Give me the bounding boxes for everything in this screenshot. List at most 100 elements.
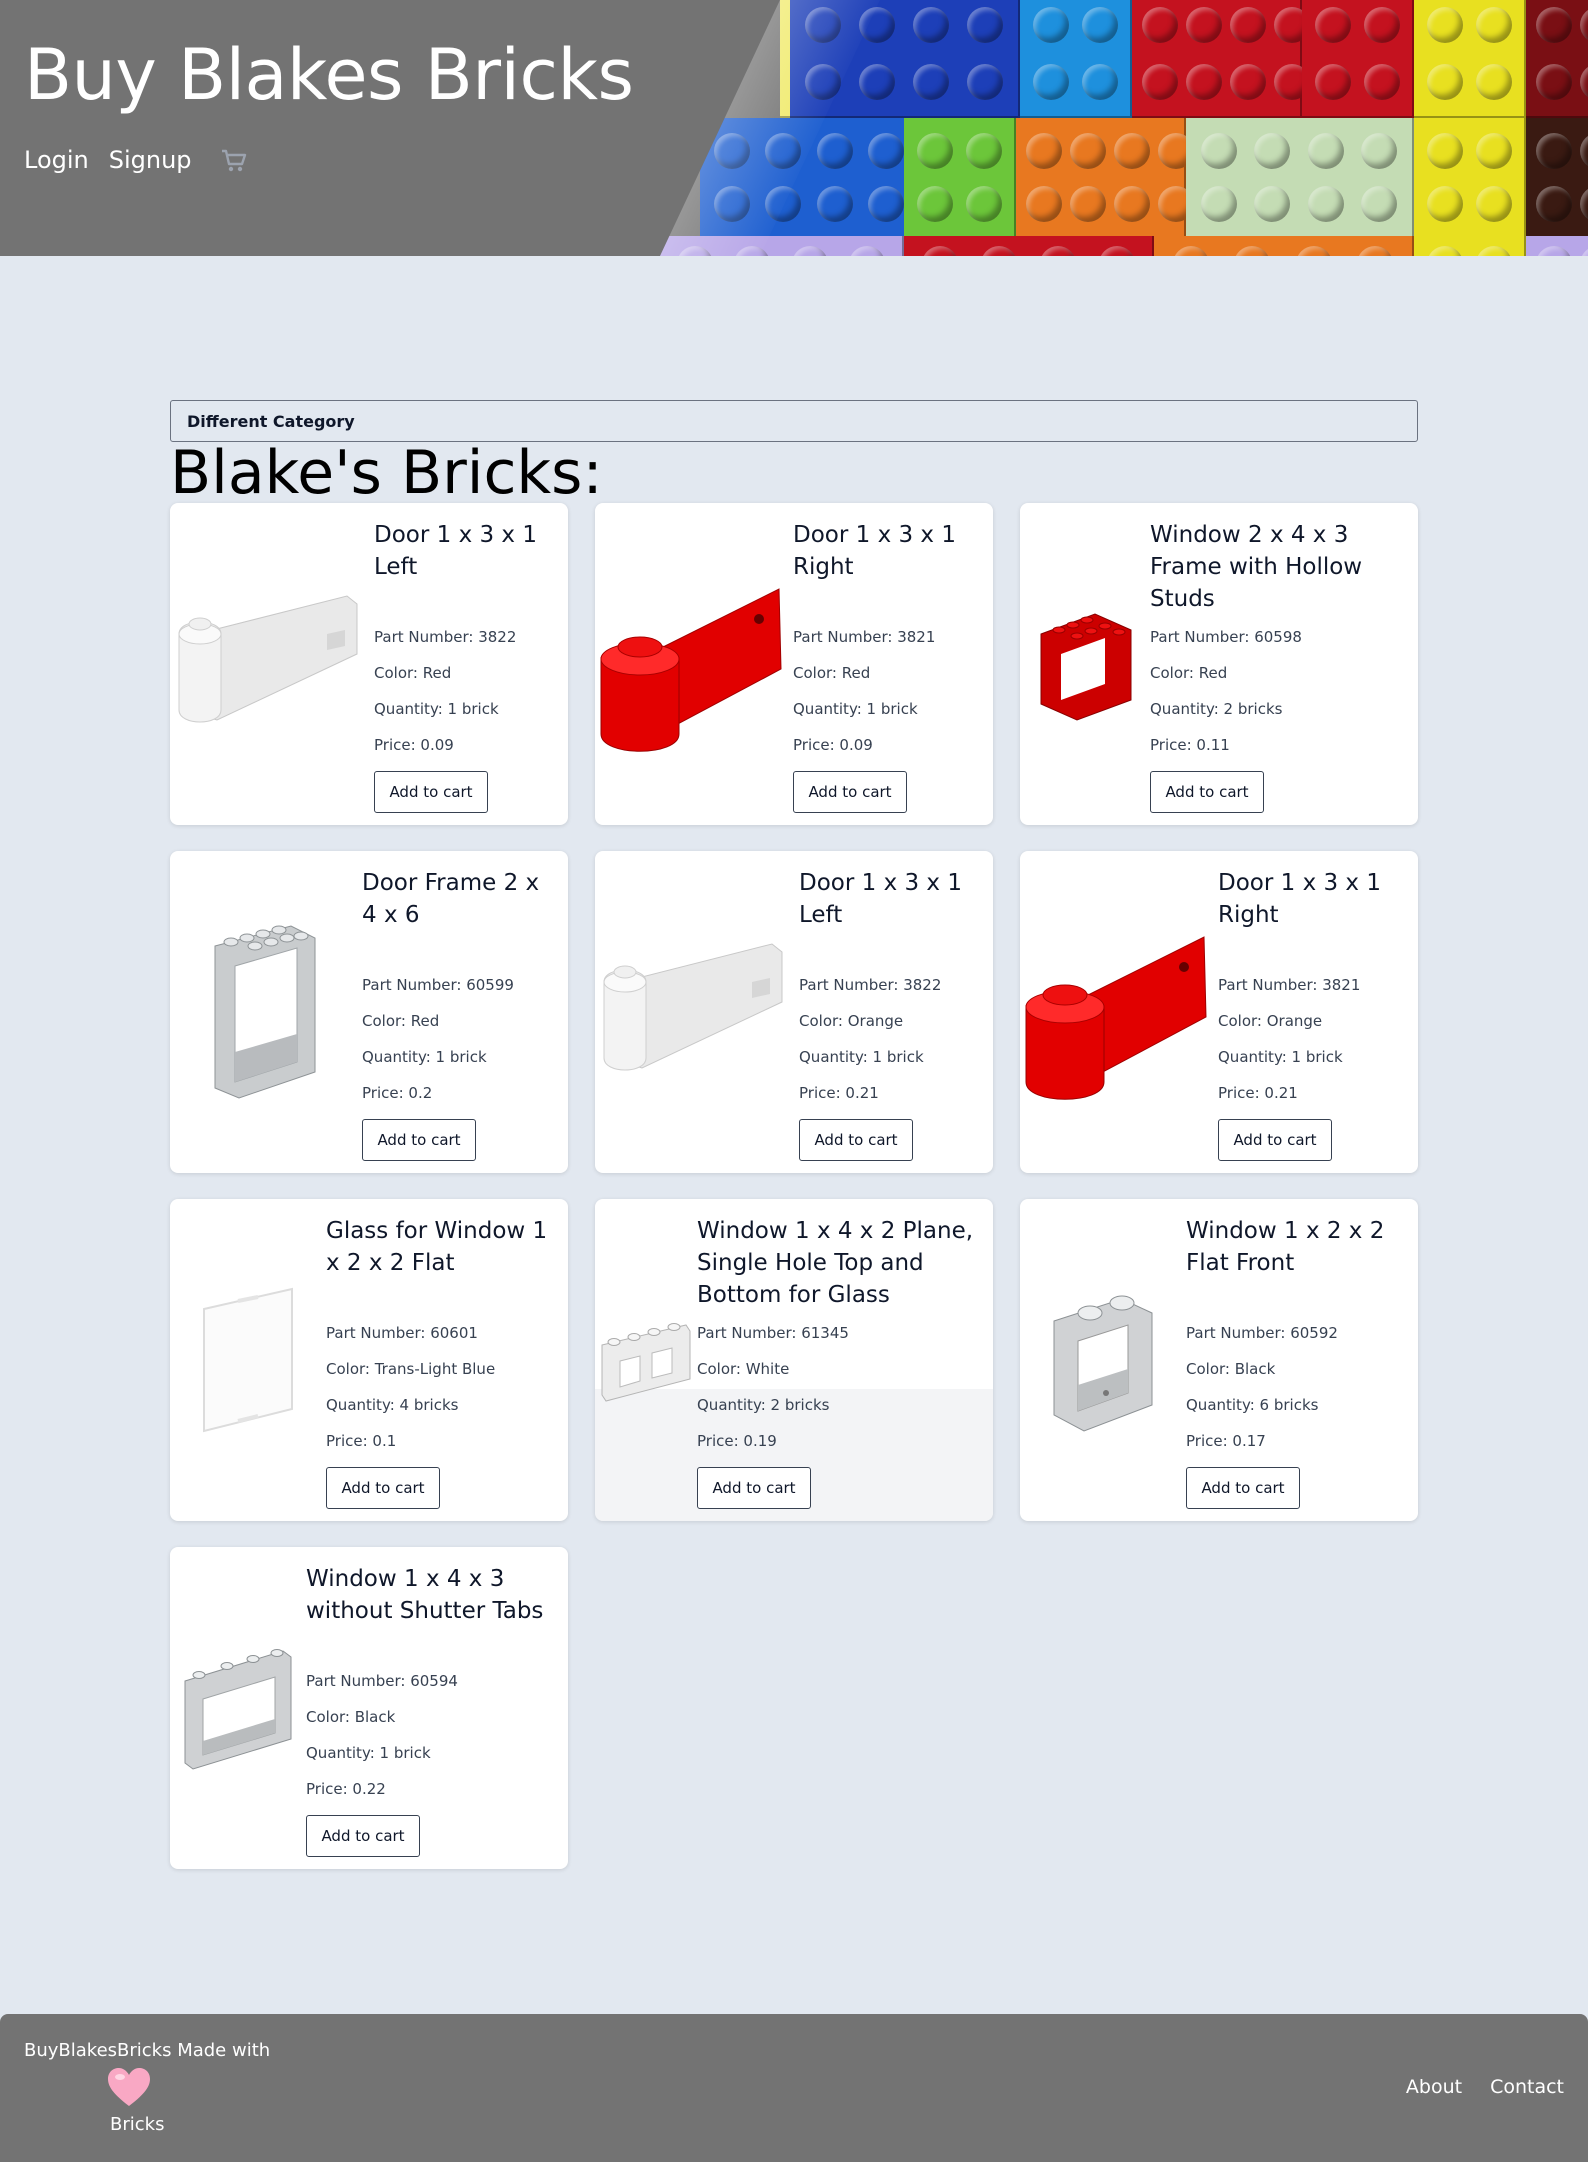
product-card: Door 1 x 3 x 1 Left Part Number: 3822 Colo… (170, 503, 568, 825)
brick-stud (1142, 63, 1178, 100)
brick-stud (1536, 185, 1572, 222)
brick-stud (1230, 63, 1266, 100)
product-part: Part Number: 60594 (306, 1672, 458, 1690)
brick-stud (1475, 185, 1512, 222)
product-image (595, 503, 793, 825)
brick-stud (1039, 246, 1076, 256)
brick-stud (805, 63, 841, 100)
product-card: Door 1 x 3 x 1 Right Part Number: 3821 Col… (1020, 851, 1418, 1173)
product-info: Door 1 x 3 x 1 Left Part Number: 3822 Colo… (374, 503, 568, 825)
contact-link[interactable]: Contact (1490, 2076, 1564, 2098)
product-card: Glass for Window 1 x 2 x 2 Flat Part Numb… (170, 1199, 568, 1521)
product-quantity: Quantity: 1 brick (374, 700, 499, 718)
product-quantity: Quantity: 2 bricks (697, 1396, 830, 1414)
lego-brick (1526, 236, 1588, 256)
lego-brick (1526, 118, 1588, 238)
product-quantity: Quantity: 1 brick (793, 700, 918, 718)
brick-stud (1363, 6, 1400, 43)
cart-icon[interactable] (220, 147, 248, 173)
add-to-cart-button[interactable]: Add to cart (1186, 1467, 1300, 1509)
brick-stud (1200, 185, 1237, 222)
product-image (595, 1199, 697, 1521)
product-card: Window 1 x 2 x 2 Flat Front Part Number: … (1020, 1199, 1418, 1521)
product-image (170, 1547, 306, 1869)
section-title: Blake's Bricks: (170, 438, 603, 508)
product-quantity: Quantity: 4 bricks (326, 1396, 459, 1414)
product-price: Price: 0.09 (793, 736, 873, 754)
product-price: Price: 0.11 (1150, 736, 1230, 754)
brick-stud (765, 132, 802, 169)
lego-brick (1302, 0, 1414, 118)
brick-stud (791, 246, 828, 256)
product-part: Part Number: 3822 (374, 628, 517, 646)
brick-stud (1098, 246, 1135, 256)
product-card: Window 1 x 4 x 2 Plane, Single Hole Top … (595, 1199, 993, 1521)
add-to-cart-button[interactable]: Add to cart (306, 1815, 420, 1857)
lego-brick (1020, 0, 1132, 118)
lego-brick (1186, 118, 1414, 238)
add-to-cart-button[interactable]: Add to cart (697, 1467, 811, 1509)
brick-stud (1186, 63, 1222, 100)
product-color: Color: Red (1150, 664, 1228, 682)
brick-stud (1580, 185, 1588, 222)
add-to-cart-button[interactable]: Add to cart (374, 771, 488, 813)
add-to-cart-button[interactable]: Add to cart (1150, 771, 1264, 813)
product-card: Door Frame 2 x 4 x 6 Part Number: 60599 Co… (170, 851, 568, 1173)
lego-brick (1016, 118, 1194, 238)
brick-stud (1200, 132, 1237, 169)
brick-stud (1254, 185, 1291, 222)
product-image (1020, 1199, 1186, 1521)
product-quantity: Quantity: 1 brick (362, 1048, 487, 1066)
brick-stud (1361, 185, 1398, 222)
product-image (1020, 503, 1150, 825)
brick-stud (765, 185, 802, 222)
product-info: Door Frame 2 x 4 x 6 Part Number: 60599 Co… (362, 851, 568, 1173)
brick-stud (1314, 63, 1351, 100)
heart-icon (106, 2066, 152, 2108)
brick-stud (967, 6, 1003, 43)
product-info: Door 1 x 3 x 1 Right Part Number: 3821 Col… (1218, 851, 1418, 1173)
brick-stud (805, 6, 841, 43)
add-to-cart-button[interactable]: Add to cart (793, 771, 907, 813)
brick-stud (713, 185, 750, 222)
product-color: Color: Orange (799, 1012, 904, 1030)
product-name: Window 1 x 4 x 3 without Shutter Tabs (306, 1566, 544, 1624)
product-price: Price: 0.1 (326, 1432, 397, 1450)
product-price: Price: 0.09 (374, 736, 454, 754)
add-to-cart-button[interactable]: Add to cart (326, 1467, 440, 1509)
signup-link[interactable]: Signup (109, 146, 192, 174)
add-to-cart-button[interactable]: Add to cart (1218, 1119, 1332, 1161)
lego-brick (904, 236, 1154, 256)
product-image (170, 851, 362, 1173)
product-card: Door 1 x 3 x 1 Left Part Number: 3822 Colo… (595, 851, 993, 1173)
brick-stud (868, 132, 905, 169)
add-to-cart-button[interactable]: Add to cart (799, 1119, 913, 1161)
brick-stud (849, 246, 886, 256)
different-category-button[interactable]: Different Category (170, 400, 1418, 442)
lego-brick (1132, 0, 1310, 118)
product-price: Price: 0.17 (1186, 1432, 1266, 1450)
product-part: Part Number: 60592 (1186, 1324, 1338, 1342)
brick-stud (859, 63, 895, 100)
login-link[interactable]: Login (24, 146, 89, 174)
product-name: Glass for Window 1 x 2 x 2 Flat (326, 1218, 548, 1276)
site-title: Buy Blakes Bricks (24, 34, 634, 116)
product-part: Part Number: 61345 (697, 1324, 849, 1342)
lego-brick (1526, 0, 1588, 118)
add-to-cart-button[interactable]: Add to cart (362, 1119, 476, 1161)
brick-stud (1234, 246, 1271, 256)
brick-stud (1172, 246, 1209, 256)
product-image (1020, 851, 1218, 1173)
product-price: Price: 0.22 (306, 1780, 386, 1798)
brick-stud (1361, 132, 1398, 169)
about-link[interactable]: About (1406, 2076, 1462, 2098)
footer-bricks-label: Bricks (110, 2114, 165, 2135)
brick-stud (1536, 132, 1572, 169)
brick-stud (1114, 185, 1150, 222)
brick-stud (1475, 132, 1512, 169)
brick-stud (1314, 6, 1351, 43)
brick-stud (859, 6, 895, 43)
brick-stud (1426, 132, 1463, 169)
brick-stud (1254, 132, 1291, 169)
product-part: Part Number: 3822 (799, 976, 942, 994)
